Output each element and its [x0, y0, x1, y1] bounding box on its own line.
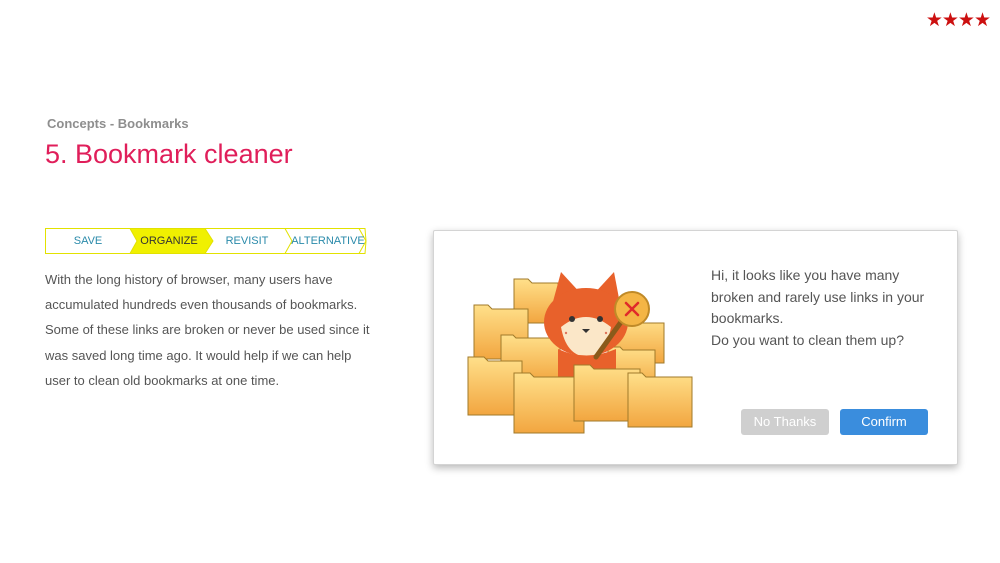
- dialog-message-line: bookmarks.: [711, 310, 784, 326]
- breadcrumb: Concepts - Bookmarks: [47, 116, 189, 131]
- fox-with-folders-icon: [466, 267, 696, 442]
- step-revisit: REVISIT: [225, 235, 269, 247]
- step-organize: ORGANIZE: [140, 235, 198, 247]
- process-steps: SAVE ORGANIZE REVISIT ALTERNATIVE: [45, 228, 367, 254]
- confirm-button[interactable]: Confirm: [840, 409, 928, 435]
- rating-stars: ★★★★: [925, 9, 991, 31]
- dialog-message-line: Hi, it looks like you have many: [711, 267, 900, 283]
- dialog-message-line: broken and rarely use links in your: [711, 288, 925, 305]
- step-save: SAVE: [73, 235, 103, 247]
- bookmark-cleaner-dialog: Hi, it looks like you have many broken a…: [433, 230, 958, 465]
- dialog-message-line: Do you want to clean them up?: [711, 331, 905, 348]
- description-text: With the long history of browser, many u…: [45, 272, 370, 388]
- dialog-message: Hi, it looks like you have many broken a…: [711, 265, 943, 351]
- no-thanks-button[interactable]: No Thanks: [741, 409, 829, 435]
- page-title: 5. Bookmark cleaner: [45, 139, 293, 169]
- step-alternative: ALTERNATIVE: [291, 235, 365, 247]
